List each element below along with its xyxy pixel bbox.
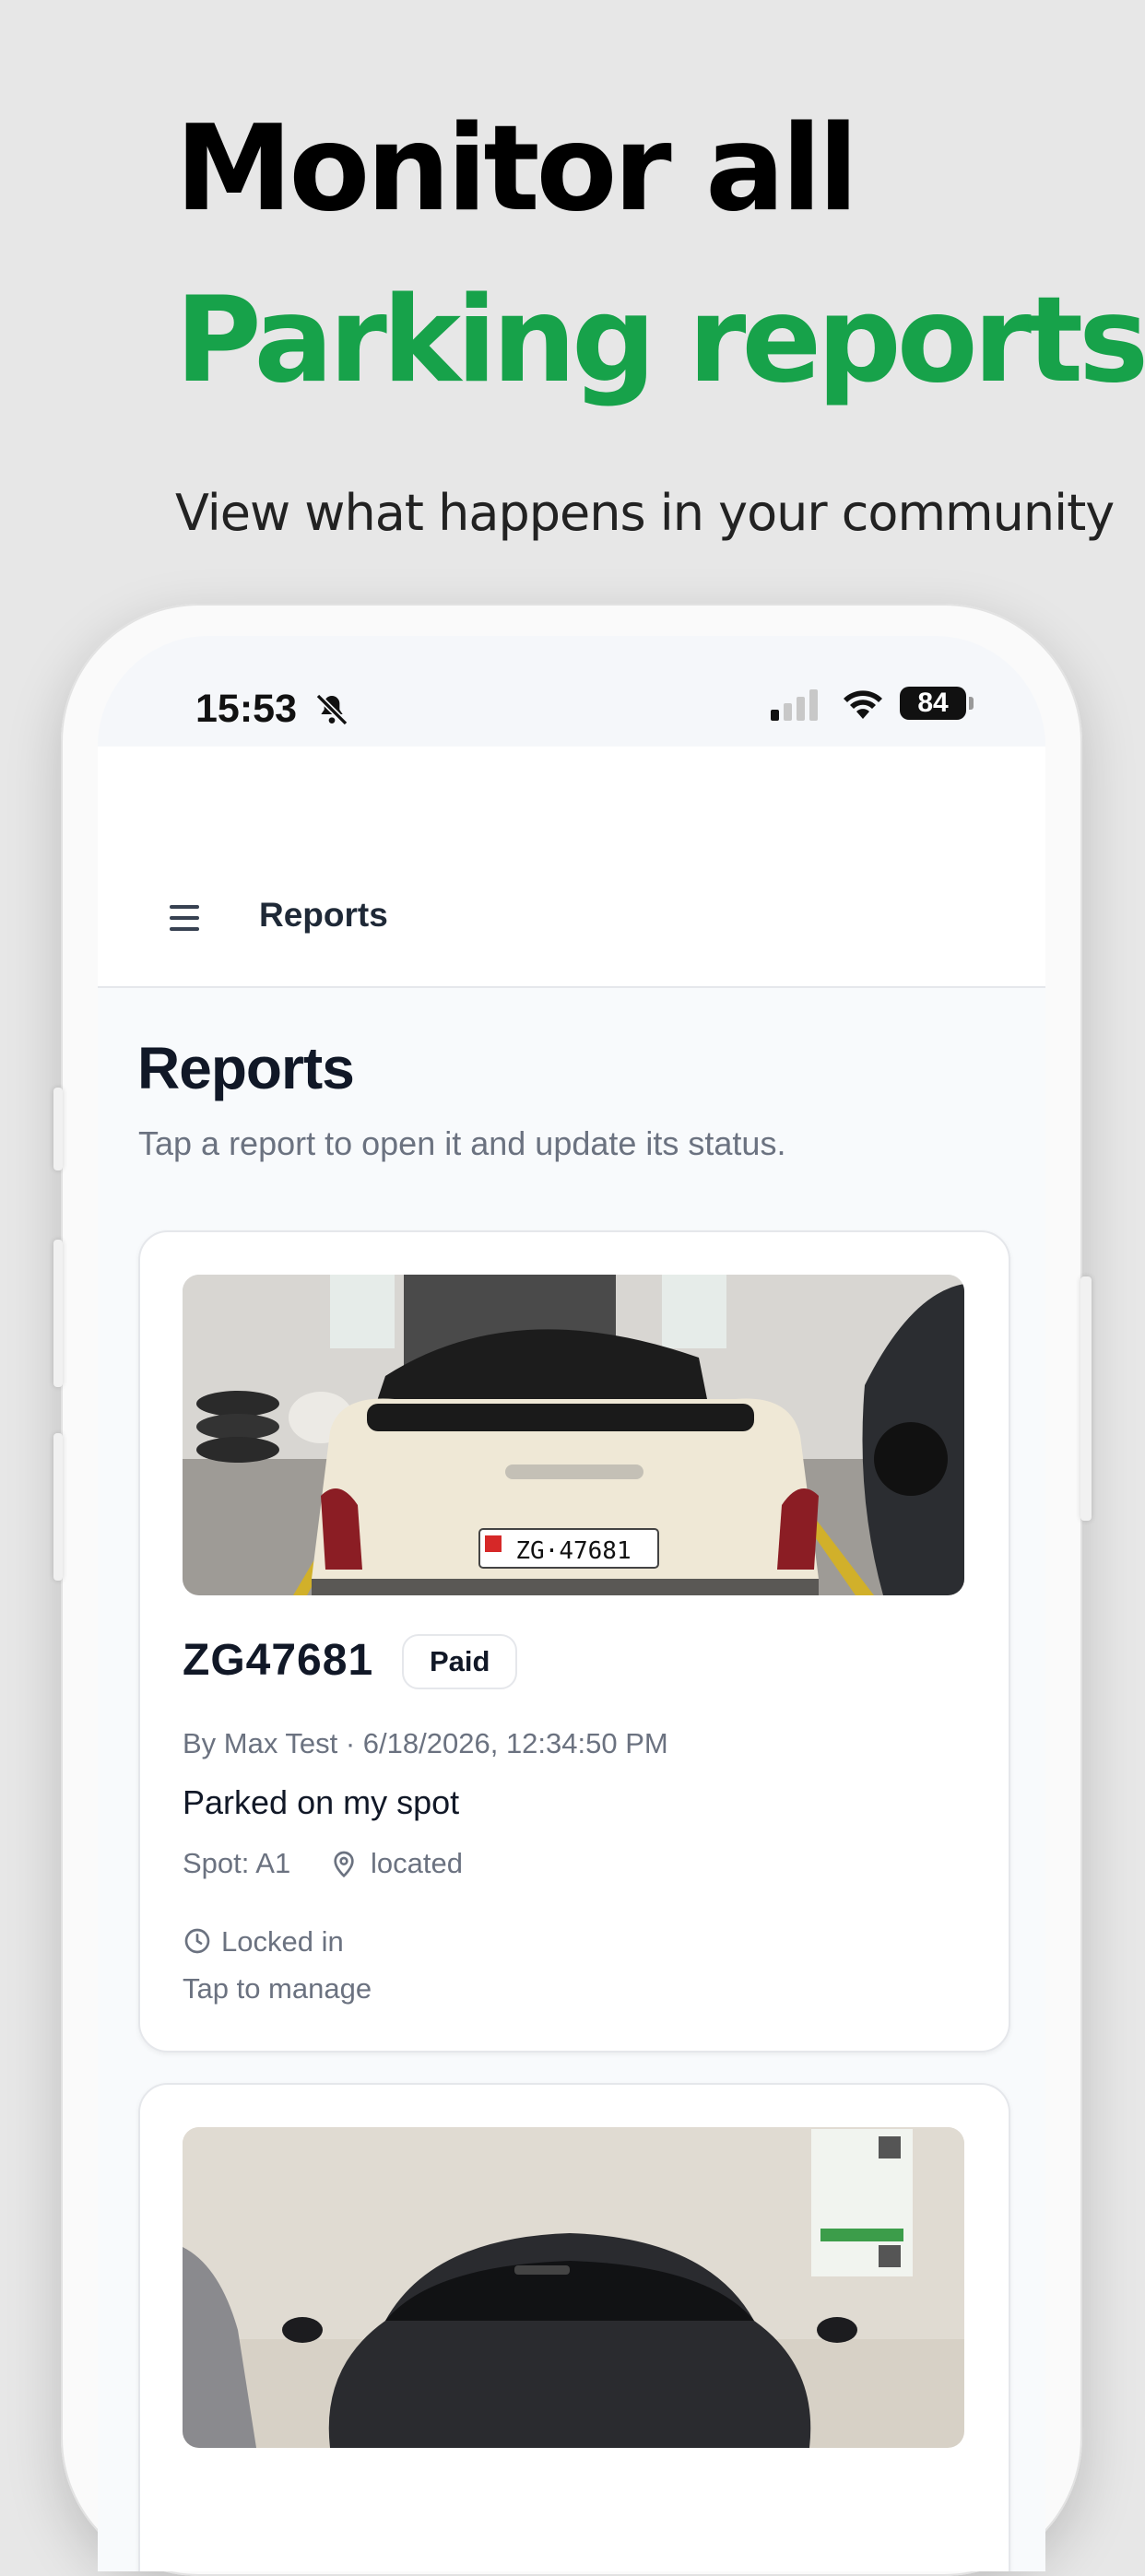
report-photo bbox=[183, 2127, 964, 2448]
report-meta: By Max Test · 6/18/2026, 12:34:50 PM bbox=[183, 1727, 668, 1759]
hero-headline-line1: Monitor all bbox=[175, 100, 858, 238]
car-photo-illustration: ZG·47681 bbox=[183, 1275, 964, 1595]
report-card[interactable] bbox=[138, 2083, 1010, 2571]
phone-side-button-power bbox=[1080, 1276, 1092, 1521]
tap-to-manage-hint: Tap to manage bbox=[183, 1972, 372, 2005]
report-card[interactable]: ZG·47681 ZG47681 Paid By Max Test · 6/18… bbox=[138, 1230, 1010, 2053]
phone-screen: 15:53 84 Reports Reports Tap a report to… bbox=[98, 636, 1045, 2571]
phone-side-button-silent bbox=[53, 1088, 63, 1170]
clock-icon bbox=[184, 1928, 210, 1954]
battery-tip bbox=[969, 697, 974, 710]
page-subtitle: Tap a report to open it and update its s… bbox=[138, 1124, 786, 1162]
phone-side-button-volume-up bbox=[53, 1240, 63, 1387]
status-badge: Paid bbox=[402, 1634, 518, 1689]
topbar-title: Reports bbox=[259, 896, 388, 934]
report-location: located bbox=[371, 1847, 463, 1879]
hero-subtitle: View what happens in your community bbox=[175, 484, 1115, 542]
svg-text:ZG·47681: ZG·47681 bbox=[515, 1537, 631, 1565]
report-plate: ZG47681 bbox=[183, 1636, 374, 1685]
dark-sedan-photo bbox=[183, 2127, 964, 2448]
wifi-icon bbox=[844, 690, 882, 719]
status-time: 15:53 bbox=[195, 687, 297, 731]
bell-slash-icon bbox=[315, 693, 348, 726]
hamburger-menu-icon[interactable] bbox=[166, 901, 207, 935]
map-pin-icon bbox=[334, 1851, 354, 1878]
page-title: Reports bbox=[137, 1035, 355, 1101]
app-top-bar bbox=[98, 747, 1045, 988]
report-description: Parked on my spot bbox=[183, 1783, 460, 1821]
hero-headline-line2: Parking reports. bbox=[175, 282, 1145, 400]
phone-side-button-volume-down bbox=[53, 1433, 63, 1581]
cellular-signal-icon bbox=[771, 689, 818, 721]
battery-indicator: 84 bbox=[900, 687, 966, 720]
hero-headline-accent: Parking reports bbox=[175, 272, 1145, 409]
report-photo: ZG·47681 bbox=[183, 1275, 964, 1595]
report-lock-state: Locked in bbox=[221, 1925, 344, 1958]
report-spot: Spot: A1 bbox=[183, 1847, 291, 1879]
